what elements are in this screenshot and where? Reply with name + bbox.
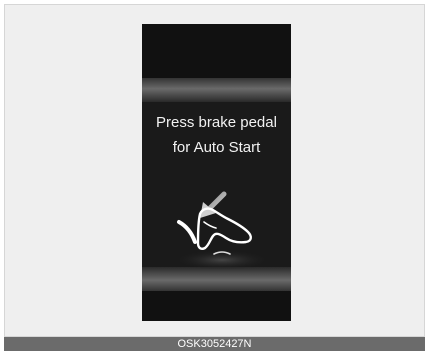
pedal-icon [177,220,197,244]
display-bottom-band [142,267,291,291]
cluster-display: Press brake pedal for Auto Start [142,24,291,321]
message-line-2: for Auto Start [172,139,261,156]
message-line-1: Press brake pedal [156,114,277,131]
illustration-frame: Press brake pedal for Auto Start [4,4,425,337]
brake-pedal-foot-icon [174,191,270,269]
figure-code: OSK3052427N [177,338,252,350]
figure-code-bar: OSK3052427N [4,337,425,351]
display-top-band [142,78,291,102]
